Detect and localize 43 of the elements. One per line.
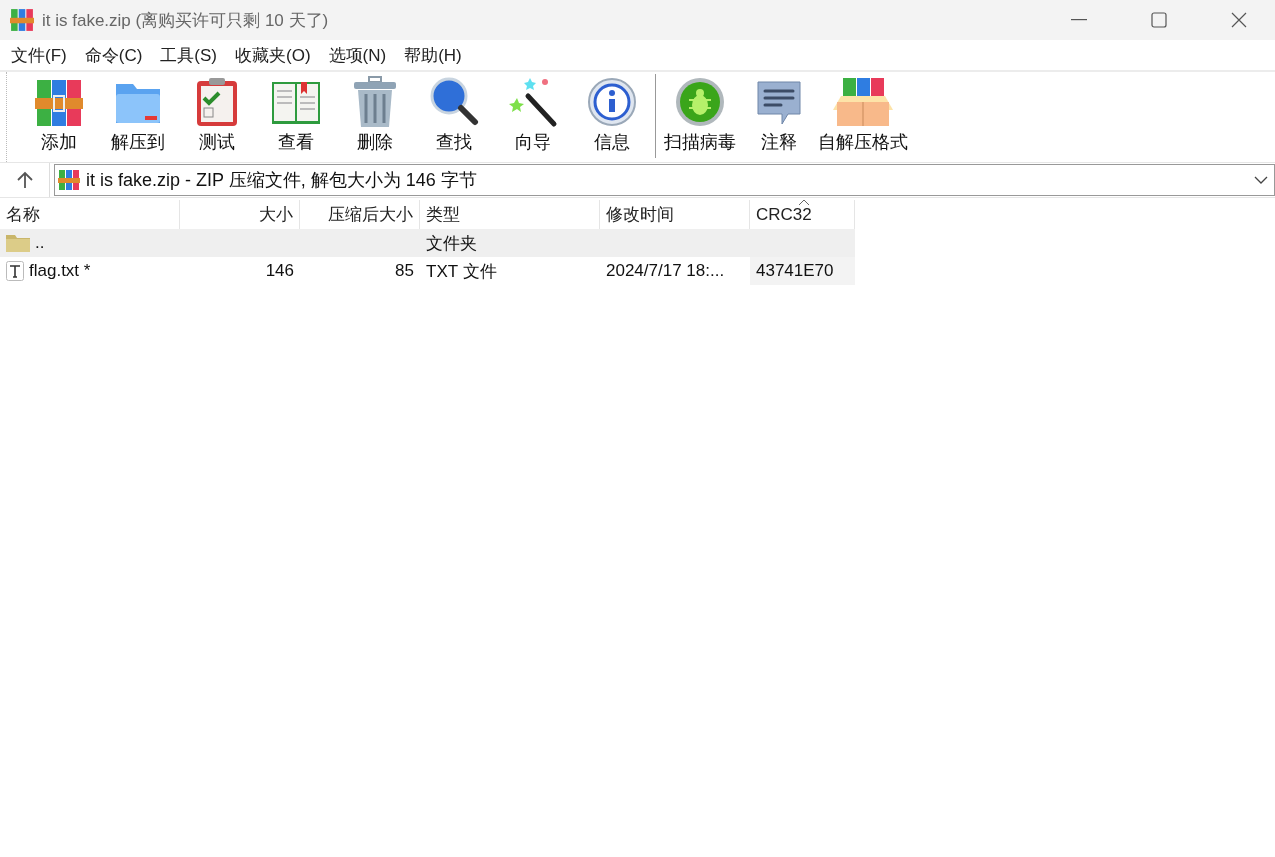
toolbar-button[interactable]: 查找 xyxy=(414,72,493,162)
address-field[interactable]: it is fake.zip - ZIP 压缩文件, 解包大小为 146 字节 xyxy=(54,164,1275,196)
table-cell: 2024/7/17 18:... xyxy=(606,261,725,281)
toolbar-button[interactable]: 注释 xyxy=(739,72,818,162)
file-row[interactable]: flag.txt * 146 85 TXT 文件 2024/7/17 18:... 43741E70 xyxy=(0,257,855,285)
maximize-icon xyxy=(1151,12,1167,28)
toolbar-button[interactable]: 信息 xyxy=(572,72,651,162)
toolbar-button[interactable]: 自解压格式 xyxy=(818,72,908,162)
text-file-icon xyxy=(6,261,24,281)
archive-app-icon xyxy=(10,8,34,32)
menu-item[interactable]: 文件(F) xyxy=(2,41,76,69)
menu-item[interactable]: 帮助(H) xyxy=(395,41,471,69)
menu-item[interactable]: 命令(C) xyxy=(75,41,152,69)
table-cell: 43741E70 xyxy=(756,261,834,281)
window-title: it is fake.zip (离购买许可只剩 10 天了) xyxy=(42,9,330,32)
info-icon xyxy=(586,76,637,128)
table-cell-text: TXT 文件 xyxy=(426,260,497,283)
box-books-icon xyxy=(831,76,895,128)
magic-wand-icon xyxy=(507,76,558,128)
toolbar-button[interactable]: 测试 xyxy=(177,72,256,162)
table-cell: 85 xyxy=(395,261,414,281)
table-cell-text: 文件夹 xyxy=(426,232,477,255)
menu-item[interactable]: 工具(S) xyxy=(151,41,226,69)
toolbar-button[interactable]: 删除 xyxy=(335,72,414,162)
dropdown-caret-icon xyxy=(1254,175,1268,185)
minimize-icon xyxy=(1071,19,1087,21)
toolbar-button[interactable]: 向导 xyxy=(493,72,572,162)
up-arrow-icon xyxy=(15,171,34,189)
table-cell: flag.txt * xyxy=(29,261,91,281)
bug-scan-icon xyxy=(674,76,725,128)
toolbar-button[interactable]: 添加 xyxy=(19,72,98,162)
folder-icon xyxy=(6,234,30,252)
search-icon xyxy=(428,76,479,128)
toolbar-button[interactable]: 查看 xyxy=(256,72,335,162)
toolbar-button[interactable]: 解压到 xyxy=(98,72,177,162)
menu-item[interactable]: 收藏夹(O) xyxy=(226,41,320,69)
menu-item[interactable]: 选项(N) xyxy=(319,41,396,69)
toolbar-button[interactable]: 扫描病毒 xyxy=(660,72,739,162)
file-row[interactable]: .. 文件夹 xyxy=(0,229,855,257)
close-icon xyxy=(1231,12,1247,28)
table-cell: .. xyxy=(35,233,45,253)
archive-icon xyxy=(58,169,80,191)
table-cell: 146 xyxy=(265,261,294,281)
